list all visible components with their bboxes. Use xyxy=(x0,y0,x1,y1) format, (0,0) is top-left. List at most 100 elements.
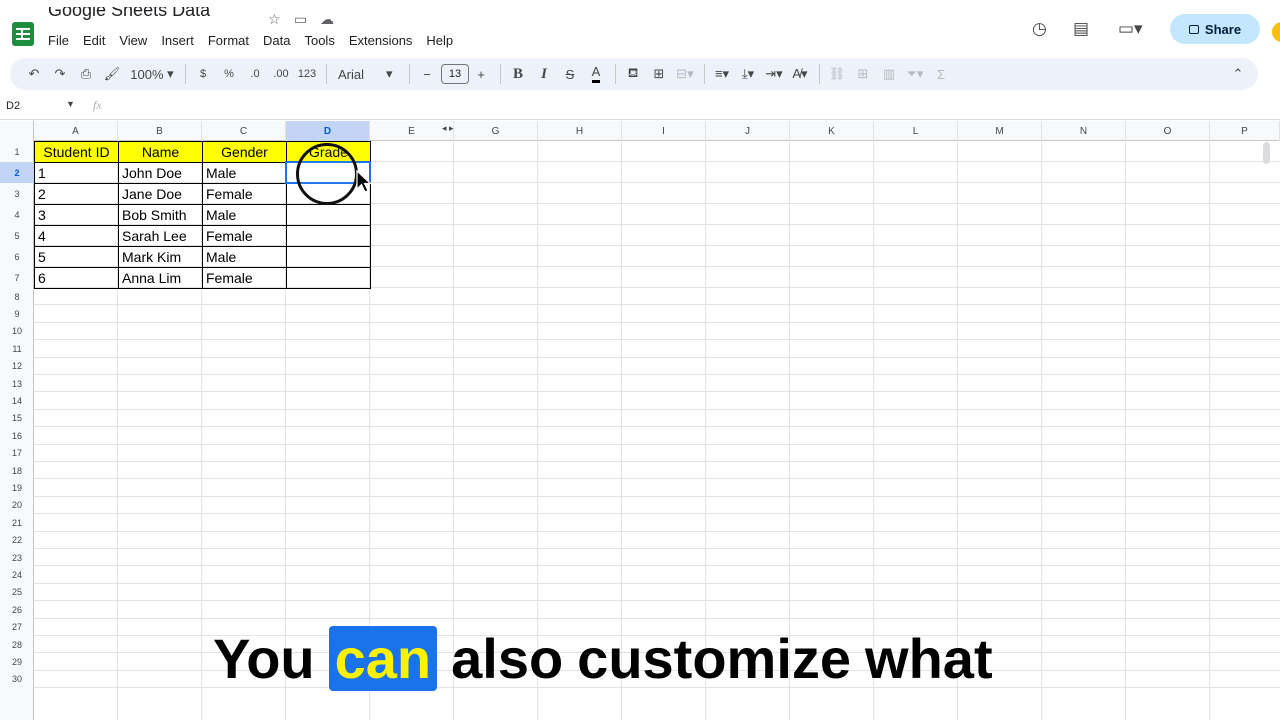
hidden-column-arrows-icon[interactable]: ◂ ▸ xyxy=(442,123,454,134)
decrease-decimal-button[interactable]: .0 xyxy=(243,62,267,86)
row-header-28[interactable]: 28 xyxy=(0,636,34,653)
cell-d4[interactable] xyxy=(286,204,370,225)
share-button[interactable]: Share xyxy=(1170,14,1260,44)
font-select[interactable]: Arial ▾ xyxy=(332,62,402,86)
row-header-13[interactable]: 13 xyxy=(0,375,34,392)
row-header-26[interactable]: 26 xyxy=(0,601,34,618)
comment-icon[interactable]: ▤ xyxy=(1073,20,1089,38)
insert-chart-icon[interactable]: ▥ xyxy=(877,62,901,86)
column-header-j[interactable]: J xyxy=(706,121,790,141)
percent-format-button[interactable]: % xyxy=(217,62,241,86)
cell-c2[interactable]: Male xyxy=(202,162,286,183)
chevron-down-icon[interactable]: ▼ xyxy=(66,99,75,109)
cell-b7[interactable]: Anna Lim xyxy=(118,267,202,288)
row-header-15[interactable]: 15 xyxy=(0,410,34,427)
row-header-18[interactable]: 18 xyxy=(0,462,34,479)
select-all-corner[interactable] xyxy=(0,121,34,141)
column-header-i[interactable]: I xyxy=(622,121,706,141)
collapse-menus-icon[interactable]: ⌃ xyxy=(1226,62,1250,86)
font-size-input[interactable]: 13 xyxy=(441,64,469,84)
row-header-5[interactable]: 5 xyxy=(0,225,34,246)
row-header-6[interactable]: 6 xyxy=(0,246,34,267)
menu-item-data[interactable]: Data xyxy=(263,33,297,49)
menu-item-help[interactable]: Help xyxy=(426,33,460,49)
history-icon[interactable]: ◷ xyxy=(1032,20,1047,38)
cell-a3[interactable]: 2 xyxy=(34,183,118,204)
header-cell-a1[interactable]: Student ID xyxy=(34,141,118,162)
row-header-9[interactable]: 9 xyxy=(0,305,34,322)
avatar[interactable] xyxy=(1272,22,1280,42)
redo-icon[interactable]: ↷ xyxy=(48,62,72,86)
column-header-g[interactable]: G xyxy=(454,121,538,141)
row-header-7[interactable]: 7 xyxy=(0,267,34,288)
italic-button[interactable]: I xyxy=(532,62,556,86)
column-header-b[interactable]: B xyxy=(118,121,202,141)
text-rotation-icon[interactable]: A̸▾ xyxy=(788,62,812,86)
row-header-27[interactable]: 27 xyxy=(0,619,34,636)
functions-button[interactable]: Σ xyxy=(929,62,953,86)
text-wrapping-icon[interactable]: ⇥▾ xyxy=(762,62,786,86)
row-header-23[interactable]: 23 xyxy=(0,549,34,566)
horizontal-align-icon[interactable]: ≡▾ xyxy=(710,62,734,86)
row-header-22[interactable]: 22 xyxy=(0,532,34,549)
borders-icon[interactable]: ⊞ xyxy=(647,62,671,86)
menu-item-edit[interactable]: Edit xyxy=(83,33,112,49)
row-header-11[interactable]: 11 xyxy=(0,340,34,357)
cell-a2[interactable]: 1 xyxy=(34,162,118,183)
insert-comment-icon[interactable]: ⊞ xyxy=(851,62,875,86)
row-header-10[interactable]: 10 xyxy=(0,323,34,340)
cell-a6[interactable]: 5 xyxy=(34,246,118,267)
cell-a5[interactable]: 4 xyxy=(34,225,118,246)
column-header-m[interactable]: M xyxy=(958,121,1042,141)
header-cell-b1[interactable]: Name xyxy=(118,141,202,162)
row-header-4[interactable]: 4 xyxy=(0,204,34,225)
column-header-a[interactable]: A xyxy=(34,121,118,141)
cell-d7[interactable] xyxy=(286,267,370,288)
cell-c4[interactable]: Male xyxy=(202,204,286,225)
column-header-c[interactable]: C xyxy=(202,121,286,141)
row-header-29[interactable]: 29 xyxy=(0,653,34,670)
cell-b3[interactable]: Jane Doe xyxy=(118,183,202,204)
menu-item-format[interactable]: Format xyxy=(208,33,256,49)
row-header-21[interactable]: 21 xyxy=(0,514,34,531)
cell-c6[interactable]: Male xyxy=(202,246,286,267)
filter-icon[interactable]: ⏷▾ xyxy=(903,62,927,86)
sheets-logo-icon[interactable] xyxy=(12,22,34,46)
insert-link-icon[interactable]: ⛓ xyxy=(825,62,849,86)
column-header-p[interactable]: P xyxy=(1210,121,1280,141)
merge-cells-icon[interactable]: ⊟▾ xyxy=(673,62,697,86)
row-header-24[interactable]: 24 xyxy=(0,566,34,583)
text-color-button[interactable]: A xyxy=(584,62,608,86)
cell-d6[interactable] xyxy=(286,246,370,267)
cell-a7[interactable]: 6 xyxy=(34,267,118,288)
menu-item-tools[interactable]: Tools xyxy=(304,33,341,49)
cell-c3[interactable]: Female xyxy=(202,183,286,204)
menu-item-view[interactable]: View xyxy=(119,33,154,49)
more-formats-button[interactable]: 123 xyxy=(295,62,319,86)
undo-icon[interactable]: ↶ xyxy=(22,62,46,86)
menu-item-insert[interactable]: Insert xyxy=(161,33,201,49)
row-header-25[interactable]: 25 xyxy=(0,584,34,601)
column-header-l[interactable]: L xyxy=(874,121,958,141)
column-header-o[interactable]: O xyxy=(1126,121,1210,141)
row-header-20[interactable]: 20 xyxy=(0,497,34,514)
increase-decimal-button[interactable]: .00 xyxy=(269,62,293,86)
move-folder-icon[interactable]: ▭ xyxy=(294,12,307,26)
row-header-8[interactable]: 8 xyxy=(0,288,34,305)
header-cell-c1[interactable]: Gender xyxy=(202,141,286,162)
row-header-2[interactable]: 2 xyxy=(0,162,34,183)
fill-color-icon[interactable]: ⛾ xyxy=(621,62,645,86)
menu-item-extensions[interactable]: Extensions xyxy=(349,33,420,49)
row-header-14[interactable]: 14 xyxy=(0,392,34,409)
currency-format-button[interactable]: $ xyxy=(191,62,215,86)
row-header-1[interactable]: 1 xyxy=(0,141,34,162)
row-header-3[interactable]: 3 xyxy=(0,183,34,204)
column-header-k[interactable]: K xyxy=(790,121,874,141)
star-icon[interactable]: ☆ xyxy=(268,12,281,26)
increase-font-size-button[interactable]: + xyxy=(469,62,493,86)
row-header-17[interactable]: 17 xyxy=(0,445,34,462)
column-header-h[interactable]: H xyxy=(538,121,622,141)
cell-c7[interactable]: Female xyxy=(202,267,286,288)
name-box[interactable]: D2 xyxy=(6,100,20,112)
vertical-scrollbar[interactable] xyxy=(1263,142,1270,164)
